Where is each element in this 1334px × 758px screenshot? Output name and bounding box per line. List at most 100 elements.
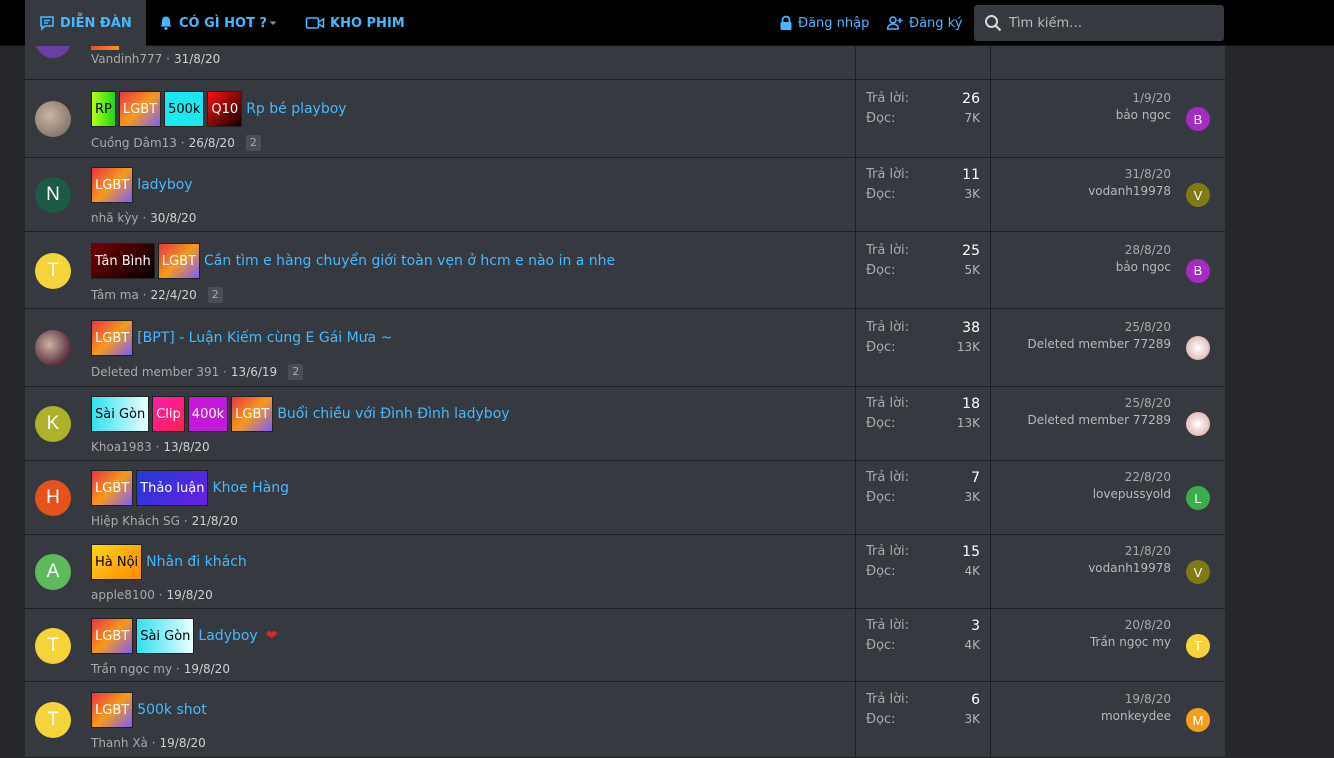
nav-movies[interactable]: KHO PHIM (305, 0, 405, 46)
thread-prefix-label[interactable]: Clip (152, 396, 185, 432)
avatar-photo[interactable] (35, 101, 71, 137)
thread-date[interactable]: 19/8/20 (166, 588, 212, 602)
thread-prefix-label[interactable]: 400k (187, 396, 229, 432)
thread-prefix-label[interactable]: Hà Nội (91, 544, 143, 580)
thread-author[interactable]: Khoa1983 (91, 440, 152, 454)
thread-date[interactable]: 31/8/20 (174, 52, 220, 66)
thread-prefix-label[interactable]: Q10 (207, 91, 243, 127)
thread-prefix-label[interactable]: Sài Gòn (91, 396, 150, 432)
nav-hot[interactable]: CÓ GÌ HOT ? (158, 0, 267, 46)
thread-author[interactable]: Tâm ma (91, 288, 139, 302)
thread-prefix-label[interactable]: LGBT (231, 396, 274, 432)
thread-date[interactable]: 13/6/19 (231, 365, 277, 379)
thread-prefix-label[interactable]: Tân Bình (91, 242, 155, 279)
last-poster-avatar[interactable]: V (1186, 183, 1210, 207)
thread-prefix-label[interactable]: LGBT (91, 167, 134, 203)
last-poster-avatar-photo[interactable] (1186, 412, 1210, 436)
last-poster-avatar[interactable]: B (1186, 258, 1210, 283)
avatar[interactable]: A (35, 554, 71, 590)
thread-date[interactable]: 13/8/20 (163, 440, 209, 454)
thread-title[interactable]: Cần tìm e hàng chuyển giới toàn vẹn ở hc… (204, 253, 615, 269)
thread-author[interactable]: Cuồng Dâm13 (91, 136, 177, 150)
last-poster-avatar[interactable]: B (1186, 107, 1210, 131)
last-poster-name[interactable]: Deleted member 77289 (1027, 337, 1171, 351)
last-post-date[interactable]: 25/8/20 (1125, 320, 1171, 334)
thread-prefix-label[interactable]: 500k (164, 91, 205, 127)
register-link[interactable]: Đăng ký (886, 0, 962, 46)
avatar[interactable]: T (35, 627, 71, 664)
nav-forum[interactable]: DIỄN ĐÀN (25, 0, 146, 46)
last-poster-avatar[interactable]: V (1186, 560, 1210, 584)
thread-title[interactable]: Rp bé playboy (246, 101, 346, 117)
login-link[interactable]: Đăng nhập (779, 0, 869, 46)
page-jump[interactable]: 2 (245, 135, 261, 151)
last-post-date[interactable]: 28/8/20 (1125, 243, 1171, 257)
thread-date[interactable]: 22/4/20 (150, 288, 196, 302)
last-post-date[interactable]: 21/8/20 (1125, 544, 1171, 558)
page-jump[interactable]: 2 (207, 286, 223, 303)
last-post-date[interactable]: 31/8/20 (1125, 167, 1171, 181)
thread-title-line: LGBT Thảo luận Khoe Hàng (91, 470, 289, 506)
thread-date[interactable]: 26/8/20 (189, 136, 235, 150)
thread-prefix-label[interactable]: Sài Gòn (136, 617, 195, 654)
thread-prefix-label[interactable]: LGBT (118, 91, 162, 127)
avatar-column (25, 80, 81, 157)
last-poster-name[interactable]: Trần ngọc my (1090, 635, 1171, 649)
thread-prefix-label[interactable]: RP (91, 91, 116, 127)
thread-author[interactable]: Deleted member 391 (91, 365, 219, 379)
last-poster-name[interactable]: lovepussyold (1093, 487, 1171, 501)
last-post-date[interactable]: 22/8/20 (1125, 470, 1171, 484)
search-input[interactable] (1009, 15, 1209, 31)
thread-date[interactable]: 21/8/20 (192, 514, 238, 528)
avatar[interactable]: H (35, 480, 71, 516)
page-jump[interactable]: 2 (288, 364, 304, 380)
thread-title[interactable]: Buổi chiều với Đình Đình ladyboy (277, 406, 509, 422)
thread-title[interactable]: 500k shot (137, 702, 207, 718)
thread-title[interactable]: Ladyboy (198, 628, 257, 644)
avatar[interactable]: T (35, 702, 71, 738)
avatar[interactable]: K (35, 406, 71, 442)
thread-author[interactable]: Vandinh777 (91, 52, 162, 66)
thread-prefix-label[interactable]: LGBT (91, 470, 134, 506)
thread-author[interactable]: Thanh Xà (91, 736, 148, 750)
last-poster-avatar[interactable]: M (1186, 708, 1210, 732)
thread-date[interactable]: 30/8/20 (150, 211, 196, 225)
thread-author[interactable]: apple8100 (91, 588, 155, 602)
thread-title[interactable]: [BPT] - Luận Kiếm cùng E Gái Mưa ~ (137, 330, 392, 346)
user-plus-icon (886, 16, 903, 30)
thread-prefix-label[interactable]: Thảo luận (136, 470, 209, 506)
avatar-photo[interactable] (35, 330, 71, 366)
thread-date[interactable]: 19/8/20 (184, 662, 230, 676)
last-post-date[interactable]: 20/8/20 (1125, 618, 1171, 632)
thread-title[interactable]: Khoe Hàng (212, 480, 289, 496)
last-poster-name[interactable]: bảo ngoc (1116, 108, 1171, 122)
thread-author[interactable]: Hiệp Khách SG (91, 514, 180, 528)
thread-prefix-label[interactable]: LGBT (91, 617, 134, 654)
last-poster-avatar-photo[interactable] (1186, 336, 1210, 360)
last-post-date[interactable]: 19/8/20 (1125, 692, 1171, 706)
thread-title[interactable]: ladyboy (137, 177, 192, 193)
avatar[interactable]: T (35, 252, 71, 289)
thread-row: LGBT [BPT] - Luận Kiếm cùng E Gái Mưa ~ De… (25, 309, 1225, 387)
thread-prefix-label[interactable]: LGBT (91, 320, 134, 356)
last-poster-name[interactable]: vodanh19978 (1088, 561, 1171, 575)
thread-title[interactable]: Nhân đi khách (146, 554, 247, 570)
last-poster-name[interactable]: vodanh19978 (1088, 184, 1171, 198)
thread-prefix-label[interactable]: LGBT (157, 242, 200, 279)
last-poster-avatar[interactable]: T (1186, 633, 1210, 658)
last-poster-name[interactable]: monkeydee (1101, 709, 1171, 723)
last-poster-avatar[interactable]: L (1186, 486, 1210, 510)
thread-prefix-label[interactable]: LGBT (91, 692, 134, 728)
avatar[interactable]: N (35, 177, 71, 213)
thread-date[interactable]: 19/8/20 (160, 736, 206, 750)
last-poster-name[interactable]: Deleted member 77289 (1027, 413, 1171, 427)
thread-row: T LGBT 500k shot Thanh Xà · 19/8/20 Trả lời: 6… (25, 682, 1225, 758)
thread-author[interactable]: Trần ngọc my (91, 662, 172, 676)
thread-author[interactable]: nhã kỳy (91, 211, 139, 225)
last-post-date[interactable]: 25/8/20 (1125, 396, 1171, 410)
nav-hot-dropdown[interactable] (268, 0, 283, 46)
last-post-date[interactable]: 1/9/20 (1132, 91, 1171, 105)
avatar-column (25, 309, 81, 386)
last-poster-name[interactable]: bảo ngoc (1116, 260, 1171, 274)
search-box[interactable] (974, 5, 1224, 41)
